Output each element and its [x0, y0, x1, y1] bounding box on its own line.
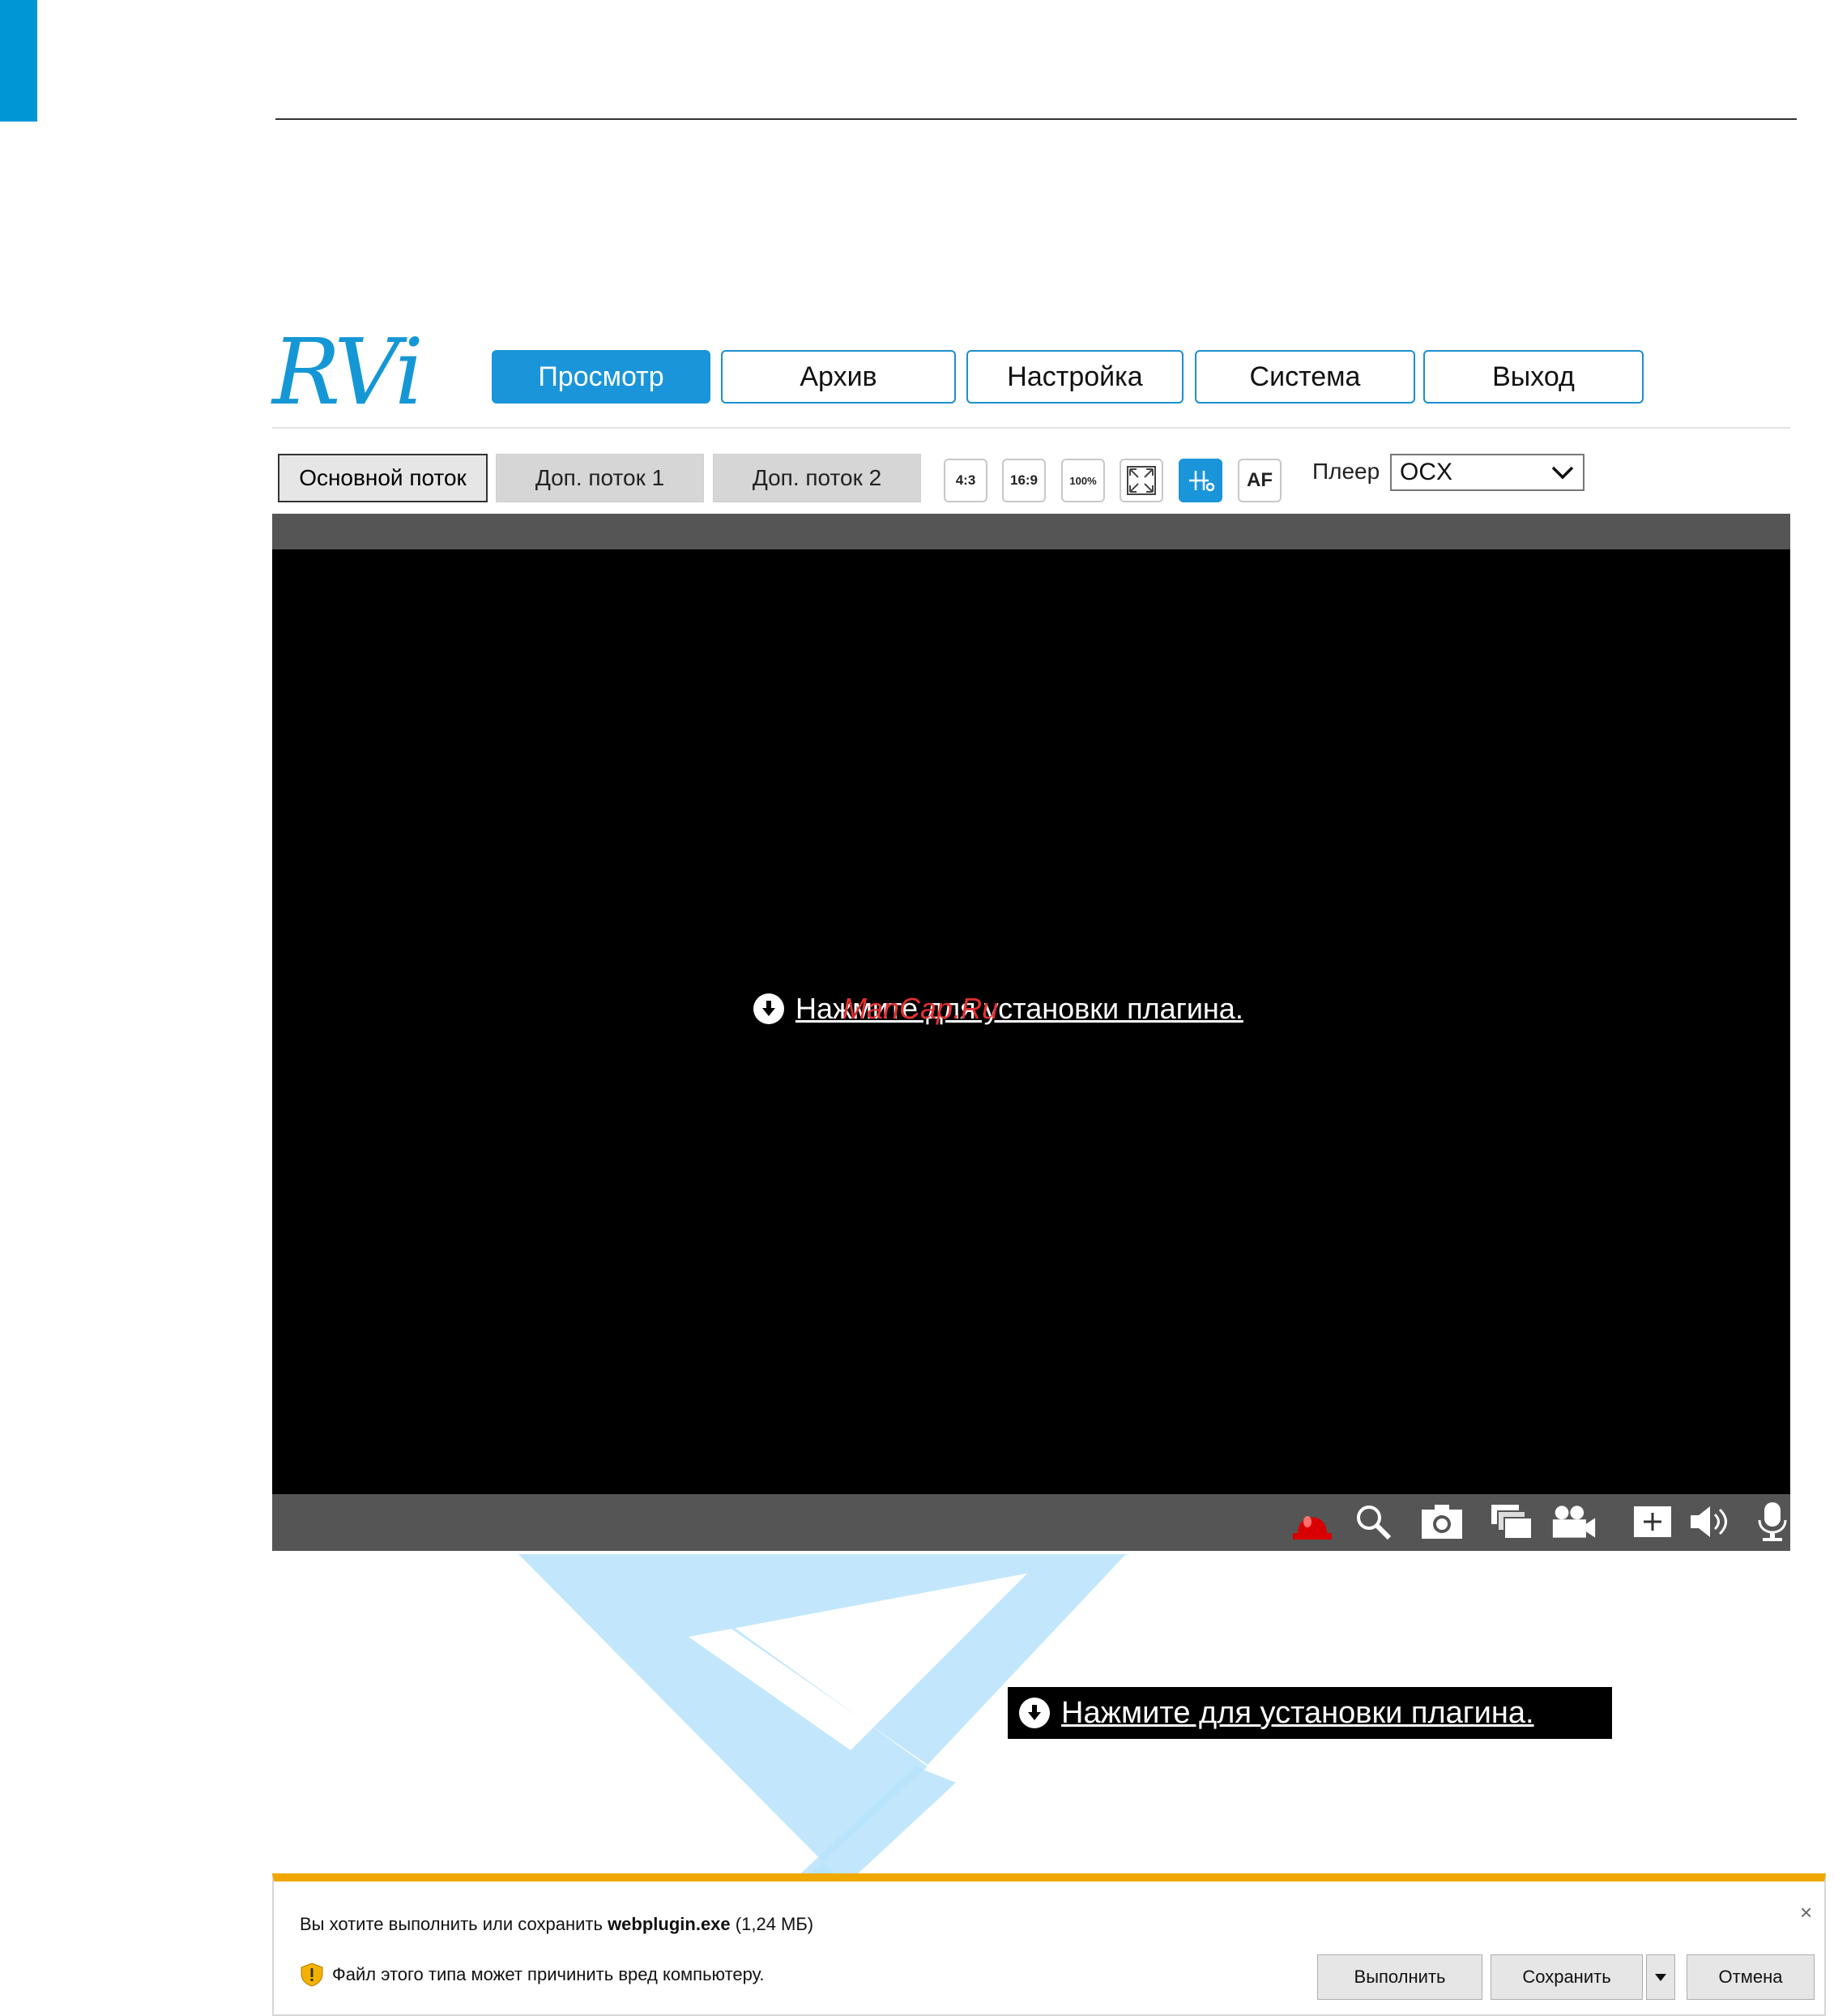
save-options-button[interactable]	[1646, 1954, 1675, 2000]
add-icon[interactable]	[1630, 1499, 1675, 1544]
digital-zoom-icon[interactable]	[1350, 1499, 1396, 1544]
install-plugin-zoomed-text: Нажмите для установки плагина.	[1061, 1695, 1534, 1730]
aspect-16-9-label: 16:9	[1009, 472, 1039, 488]
audio-icon[interactable]	[1687, 1499, 1732, 1544]
download-file-size: (1,24 МБ)	[735, 1914, 814, 1934]
nav-archive-button[interactable]: Архив	[721, 350, 956, 404]
zoom-100-label: 100%	[1069, 474, 1097, 487]
sub-stream-1-button[interactable]: Доп. поток 1	[496, 454, 704, 502]
snapshot-icon[interactable]	[1419, 1499, 1465, 1544]
cancel-button[interactable]: Отмена	[1687, 1954, 1815, 2000]
install-plugin-link[interactable]: Нажмите для установки плагина.	[753, 992, 1243, 1026]
multi-window-icon[interactable]	[1489, 1499, 1534, 1544]
nav-exit-button[interactable]: Выход	[1423, 350, 1644, 404]
main-stream-button[interactable]: Основной поток	[278, 454, 488, 502]
rvi-logo: RVi	[272, 320, 424, 425]
sub-stream-2-button[interactable]: Доп. поток 2	[713, 454, 921, 502]
microphone-icon[interactable]	[1750, 1499, 1795, 1544]
autofocus-label: AF	[1247, 469, 1273, 491]
corner-tab	[0, 0, 37, 122]
aspect-16-9-icon[interactable]: 16:9	[1002, 459, 1046, 502]
ptz-glyph	[1189, 471, 1215, 492]
close-icon[interactable]: ×	[1800, 1900, 1812, 1925]
download-icon	[1019, 1698, 1050, 1728]
nav-system-button[interactable]: Система	[1195, 350, 1415, 404]
video-top-bar	[272, 514, 1790, 549]
overlay-mark: ManCap.Ru	[842, 992, 999, 1025]
alarm-icon[interactable]	[1290, 1499, 1335, 1544]
download-warning-text: Файл этого типа может причинить вред ком…	[332, 1964, 765, 1984]
player-select[interactable]: OCX	[1390, 454, 1584, 491]
warning-shield-icon	[301, 1963, 323, 1987]
download-question-prefix: Вы хотите выполнить или сохранить	[300, 1914, 608, 1934]
top-rule	[275, 118, 1797, 120]
chevron-down-icon	[1551, 466, 1574, 480]
header-divider	[272, 427, 1790, 429]
aspect-4-3-label: 4:3	[955, 472, 976, 488]
fullscreen-glyph	[1127, 466, 1156, 495]
player-select-value: OCX	[1400, 459, 1453, 485]
nav-settings-button[interactable]: Настройка	[966, 350, 1184, 404]
zoom-100-icon[interactable]: 100%	[1061, 459, 1105, 502]
download-file-name: webplugin.exe	[608, 1914, 731, 1934]
install-plugin-link-zoomed[interactable]: Нажмите для установки плагина.	[1008, 1687, 1612, 1739]
run-button[interactable]: Выполнить	[1317, 1954, 1482, 2000]
fullscreen-icon[interactable]	[1120, 459, 1163, 502]
nav-view-button[interactable]: Просмотр	[492, 350, 710, 404]
autofocus-icon[interactable]: AF	[1238, 459, 1282, 502]
download-icon	[753, 993, 784, 1024]
record-icon[interactable]	[1551, 1499, 1597, 1544]
player-label: Плеер	[1312, 459, 1380, 484]
save-button[interactable]: Сохранить	[1491, 1954, 1643, 2000]
download-question: Вы хотите выполнить или сохранить webplu…	[300, 1914, 813, 1935]
chevron-down-icon	[1655, 1974, 1666, 1981]
ptz-control-icon[interactable]	[1179, 459, 1222, 502]
aspect-4-3-icon[interactable]: 4:3	[944, 459, 987, 502]
